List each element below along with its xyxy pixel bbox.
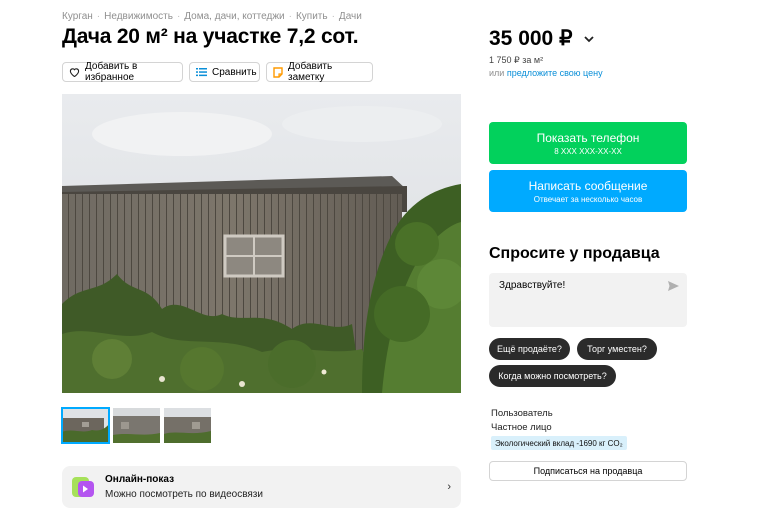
price: 35 000 ₽ <box>489 26 595 51</box>
response-time: Отвечает за несколько часов <box>533 194 643 204</box>
breadcrumb-link[interactable]: Недвижимость <box>104 11 173 22</box>
online-showing-title: Онлайн-показ <box>105 474 175 485</box>
offer-price-line: или предложите свою цену <box>489 68 603 78</box>
online-showing-subtitle: Можно посмотреть по видеосвязи <box>105 489 263 500</box>
offer-price-link[interactable]: предложите свою цену <box>507 68 603 78</box>
compare-label: Сравнить <box>212 66 257 78</box>
photo-thumbnail[interactable] <box>113 408 160 443</box>
send-icon[interactable] <box>668 281 679 294</box>
breadcrumb: Курган · Недвижимость · Дома, дачи, коттед… <box>62 11 362 22</box>
breadcrumb-link[interactable]: Курган <box>62 11 93 22</box>
photo-thumbnail[interactable] <box>61 407 110 444</box>
breadcrumb-separator: · <box>331 11 335 22</box>
chevron-right-icon: › <box>447 481 451 493</box>
seller-type: Частное лицо <box>491 422 552 433</box>
offer-or-text: или <box>489 68 505 78</box>
price-per-m2: 1 750 ₽ за м² <box>489 55 544 65</box>
chevron-down-icon[interactable] <box>584 31 595 46</box>
phone-masked: 8 XXX XXX-XX-XX <box>554 146 622 156</box>
photo-thumbnail[interactable] <box>164 408 211 443</box>
breadcrumb-link[interactable]: Купить <box>296 11 328 22</box>
breadcrumb-link[interactable]: Дачи <box>339 11 362 22</box>
seller-name[interactable]: Пользователь <box>491 408 553 419</box>
heart-icon <box>69 67 80 77</box>
add-note-label: Добавить заметку <box>288 61 333 83</box>
message-text: Здравствуйте! <box>499 280 566 291</box>
message-input[interactable]: Здравствуйте! <box>489 273 687 327</box>
listing-actions: Добавить в избранное Сравнить Добавить з… <box>62 61 373 83</box>
breadcrumb-separator: · <box>176 11 181 22</box>
video-call-icon <box>70 474 96 500</box>
quick-question-chip[interactable]: Торг уместен? <box>577 338 657 360</box>
add-favorite-label: Добавить в избранное <box>85 61 138 83</box>
photo-thumbnails <box>61 407 211 444</box>
ask-seller-heading: Спросите у продавца <box>489 245 660 262</box>
online-showing-text: Онлайн-показ Можно посмотреть по видеосв… <box>105 474 263 500</box>
subscribe-seller-button[interactable]: Подписаться на продавца <box>489 461 687 481</box>
listing-photo[interactable] <box>62 94 461 393</box>
breadcrumb-separator: · <box>96 11 101 22</box>
breadcrumb-link[interactable]: Дома, дачи, коттеджи <box>184 11 284 22</box>
quick-question-chip[interactable]: Когда можно посмотреть? <box>489 365 616 387</box>
show-phone-button[interactable]: Показать телефон 8 XXX XXX-XX-XX <box>489 122 687 164</box>
online-showing-banner[interactable]: Онлайн-показ Можно посмотреть по видеосв… <box>62 466 461 508</box>
page-title: Дача 20 м² на участке 7,2 сот. <box>62 25 359 48</box>
compare-button[interactable]: Сравнить <box>189 62 260 82</box>
breadcrumb-separator: · <box>288 11 292 22</box>
add-note-button[interactable]: Добавить заметку <box>266 61 373 83</box>
price-value: 35 000 ₽ <box>489 27 573 50</box>
write-message-button[interactable]: Написать сообщение Отвечает за несколько… <box>489 170 687 212</box>
write-message-label: Написать сообщение <box>528 178 648 193</box>
add-favorite-button[interactable]: Добавить в избранное <box>62 61 183 83</box>
note-icon <box>273 66 283 78</box>
show-phone-label: Показать телефон <box>536 130 640 145</box>
quick-question-chip[interactable]: Ещё продаёте? <box>489 338 570 360</box>
compare-icon <box>196 67 207 77</box>
eco-badge: Экологический вклад -1690 кг CO₂ <box>491 436 627 450</box>
